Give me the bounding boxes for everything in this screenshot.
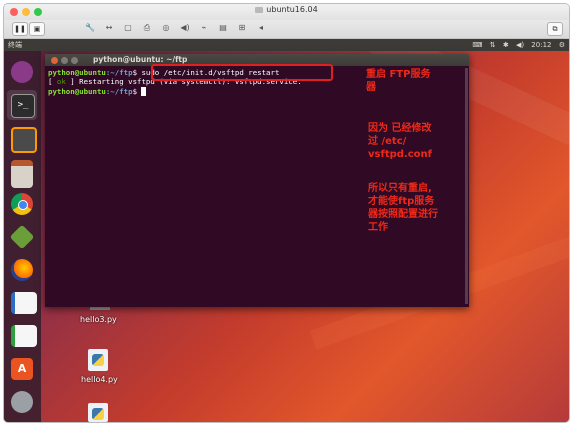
- usb-icon[interactable]: ⌁: [198, 22, 210, 34]
- terminal-close-button[interactable]: [51, 57, 58, 64]
- python-file-icon[interactable]: [88, 403, 108, 422]
- network-icon[interactable]: ⊞: [236, 22, 248, 34]
- pause-icon: ❚❚: [14, 25, 26, 33]
- launcher-mint-app[interactable]: [7, 222, 37, 252]
- launcher: >_ A: [4, 51, 41, 422]
- software-center-icon: A: [11, 358, 33, 380]
- python-file-icon: [90, 307, 110, 310]
- window-mode-button[interactable]: ⧉: [547, 22, 563, 36]
- chrome-icon: [11, 193, 33, 215]
- annotation-line: 重启 FTP服务: [366, 69, 431, 80]
- annotation-line: 过 /etc/: [368, 136, 407, 147]
- top-panel: 终端 ⌨ ⇅ ✱ ◀) 20:12 ⚙: [4, 39, 569, 51]
- annotation-line: 才能使ftp服务: [368, 196, 435, 207]
- vm-toolbar: ❚❚ ▣ 🔧 ↔ ▢ ⎙ ◎ ◀) ⌁ ▤ ⊞ ◂ ⧉: [4, 20, 569, 39]
- system-tray: ⌨ ⇅ ✱ ◀) 20:12 ⚙: [467, 39, 565, 51]
- wrench-icon[interactable]: 🔧: [84, 22, 96, 34]
- snapshot-button[interactable]: ▣: [29, 22, 45, 36]
- pause-button[interactable]: ❚❚: [12, 22, 28, 36]
- launcher-firefox[interactable]: [7, 255, 37, 285]
- prompt-path: :~/ftp: [105, 68, 133, 77]
- speaker-icon[interactable]: ◀): [179, 22, 191, 34]
- window-icon: ⧉: [552, 25, 558, 33]
- launcher-system-settings[interactable]: [7, 387, 37, 417]
- annotation-line: 所以只有重启,: [368, 183, 432, 194]
- disk-icon[interactable]: ▢: [122, 22, 134, 34]
- camera-icon[interactable]: ◎: [160, 22, 172, 34]
- python-file-icon[interactable]: [88, 349, 108, 371]
- annotation-line: 因为 已经修改: [368, 123, 432, 134]
- vm-window-title: ubuntu16.04: [4, 5, 569, 14]
- libreoffice-writer-icon: [11, 292, 37, 314]
- desktop-label-hello4: hello4.py: [81, 375, 118, 384]
- terminal-icon: >_: [11, 94, 35, 118]
- annotation-line: vsftpd.conf: [368, 149, 432, 160]
- prompt-user: python@ubuntu: [48, 86, 106, 96]
- terminal-maximize-button[interactable]: [71, 57, 78, 64]
- annotation-line: 工作: [368, 222, 388, 233]
- more-icon[interactable]: ◂: [255, 22, 267, 34]
- terminal-minimize-button[interactable]: [61, 57, 68, 64]
- terminal-title: python@ubuntu: ~/ftp: [93, 55, 188, 64]
- launcher-calc[interactable]: [7, 321, 37, 351]
- vm-title-text: ubuntu16.04: [266, 5, 318, 14]
- annotation-line: 器按照配置进行: [368, 209, 438, 220]
- launcher-writer[interactable]: [7, 288, 37, 318]
- back-forward-icon[interactable]: ↔: [103, 22, 115, 34]
- launcher-file-manager[interactable]: [7, 156, 37, 188]
- launcher-terminal[interactable]: >_: [7, 90, 37, 120]
- launcher-software-center[interactable]: A: [7, 354, 37, 384]
- ok-status: ok: [56, 77, 66, 87]
- gear-icon[interactable]: ⚙: [559, 41, 565, 49]
- file-manager-icon: [11, 160, 33, 188]
- settings-icon: [11, 391, 33, 413]
- stack-app-icon: [9, 224, 35, 250]
- annotation-reason: 因为 已经修改 过 /etc/ vsftpd.conf: [368, 122, 432, 161]
- prompt-path: :~/ftp: [105, 86, 133, 96]
- annotation-restart: 重启 FTP服务 器: [366, 68, 430, 94]
- firefox-icon: [11, 259, 33, 281]
- status-bracket: [: [48, 77, 57, 87]
- clock[interactable]: 20:12: [531, 41, 551, 49]
- annotation-explanation: 所以只有重启, 才能使ftp服务 器按照配置进行 工作: [368, 182, 438, 234]
- panel-app-title: 终端: [8, 41, 22, 49]
- command-highlight-box: [151, 64, 333, 81]
- network-arrows-icon[interactable]: ⇅: [490, 41, 496, 49]
- sublime-text-icon: [11, 127, 37, 153]
- floppy-icon[interactable]: ▤: [217, 22, 229, 34]
- volume-icon[interactable]: ◀): [516, 41, 524, 49]
- printer-icon[interactable]: ⎙: [141, 22, 153, 34]
- prompt-user: python@ubuntu: [48, 68, 106, 77]
- vm-folder-icon: [255, 6, 264, 13]
- bluetooth-icon[interactable]: ✱: [503, 41, 509, 49]
- launcher-chrome[interactable]: [7, 189, 37, 219]
- status-bracket: ]: [65, 77, 75, 87]
- desktop-label-hello3: hello3.py: [80, 315, 117, 324]
- ubuntu-desktop: 终端 ⌨ ⇅ ✱ ◀) 20:12 ⚙ >_ A hello3.py hello…: [4, 39, 569, 422]
- terminal-scrollbar[interactable]: [465, 68, 468, 304]
- ubuntu-logo-icon: [11, 61, 33, 83]
- annotation-line: 器: [366, 82, 376, 93]
- launcher-sublime-text[interactable]: [7, 123, 37, 153]
- vm-titlebar: ubuntu16.04: [4, 4, 569, 20]
- cursor: [141, 86, 146, 96]
- snapshot-icon: ▣: [33, 25, 41, 33]
- libreoffice-calc-icon: [11, 325, 37, 347]
- launcher-dash-home[interactable]: [7, 57, 37, 87]
- keyboard-icon[interactable]: ⌨: [472, 41, 482, 49]
